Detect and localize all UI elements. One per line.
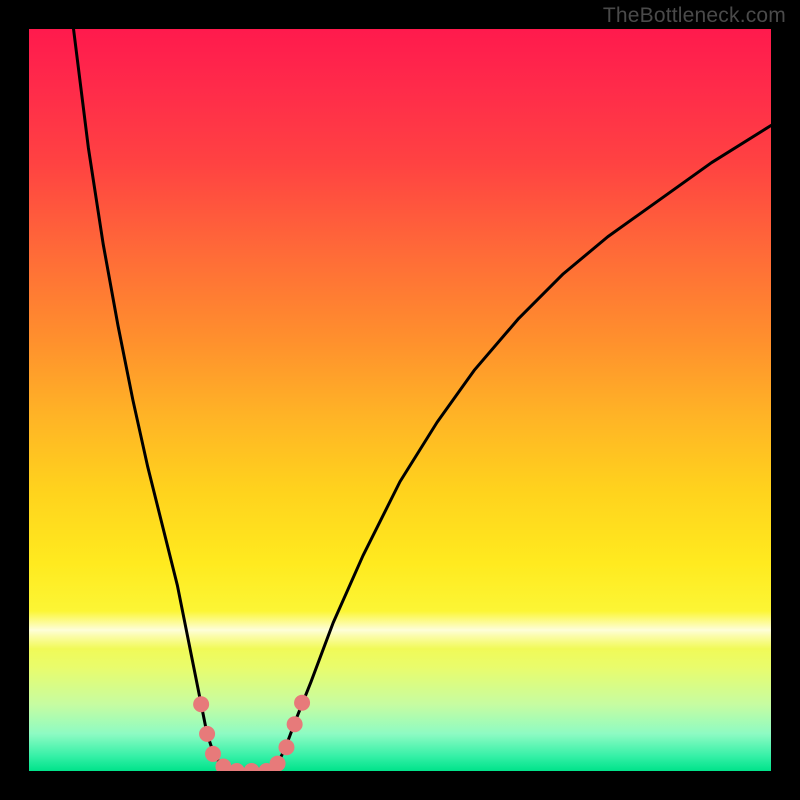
bottleneck-curve xyxy=(74,29,771,771)
data-marker xyxy=(270,756,286,771)
data-marker xyxy=(294,695,310,711)
data-marker xyxy=(205,746,221,762)
data-marker xyxy=(278,739,294,755)
curve-layer xyxy=(29,29,771,771)
data-marker xyxy=(244,763,260,771)
chart-plot-area xyxy=(29,29,771,771)
data-marker xyxy=(199,726,215,742)
data-marker xyxy=(193,696,209,712)
data-marker xyxy=(229,763,245,771)
attribution-text: TheBottleneck.com xyxy=(603,4,786,28)
data-marker xyxy=(287,716,303,732)
